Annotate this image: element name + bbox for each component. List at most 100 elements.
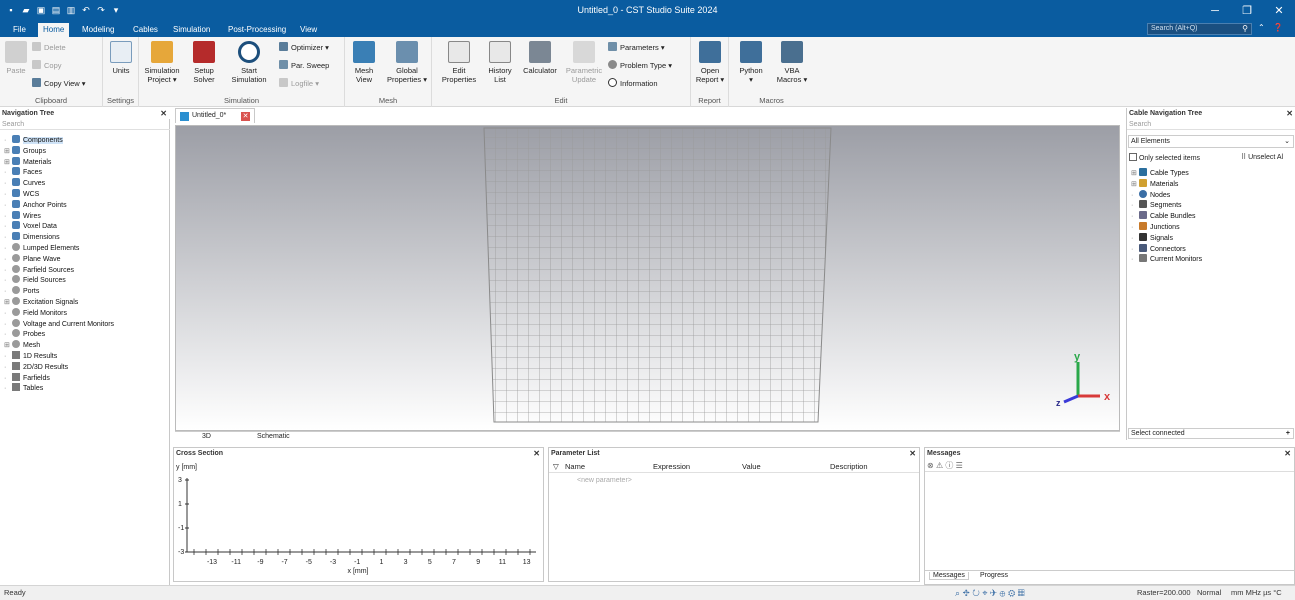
calculator-button[interactable]: Calculator	[520, 41, 560, 75]
simulation-project-button[interactable]: Simulation Project ▾	[142, 41, 182, 84]
column-name[interactable]: Name	[565, 462, 585, 471]
tree-item-farfields[interactable]: · Farfields	[4, 372, 50, 383]
column-expression[interactable]: Expression	[653, 462, 690, 471]
filter-select[interactable]: All Elements ⌄	[1128, 135, 1294, 148]
settings-icon[interactable]: ⚙	[1008, 588, 1015, 598]
error-filter-icon[interactable]: ⊗	[927, 461, 934, 470]
close-icon[interactable]: ✕	[1284, 448, 1291, 459]
zoom-box-icon[interactable]: ⊕	[1000, 588, 1006, 598]
column-value[interactable]: Value	[742, 462, 761, 471]
setup-solver-button[interactable]: Setup Solver	[187, 41, 221, 84]
tree-item-voltage-and-current-monitors[interactable]: · Voltage and Current Monitors	[4, 318, 114, 329]
column-description[interactable]: Description	[830, 462, 868, 471]
warning-filter-icon[interactable]: ⚠	[936, 461, 943, 470]
tab-file[interactable]: File	[8, 23, 31, 37]
expand-icon[interactable]: ⊞	[4, 341, 12, 350]
close-icon[interactable]: ✕	[533, 448, 540, 459]
tab-messages[interactable]: Messages	[929, 572, 969, 580]
grid-icon[interactable]: ▦	[1018, 588, 1025, 598]
restore-button[interactable]: ❐	[1231, 0, 1263, 22]
tab-post-processing[interactable]: Post-Processing	[223, 23, 291, 37]
help-icon[interactable]: ❓	[1273, 23, 1283, 32]
copy-button[interactable]: Copy	[32, 60, 62, 71]
python-button[interactable]: Python ▾	[733, 41, 769, 84]
filter-icon[interactable]: ▽	[553, 462, 559, 471]
tree-item-farfield-sources[interactable]: · Farfield Sources	[4, 264, 74, 275]
tree-item-materials[interactable]: ⊞ Materials	[4, 156, 51, 167]
only-selected-checkbox[interactable]: Only selected items	[1129, 153, 1200, 162]
tree-item-1d-results[interactable]: · 1D Results	[4, 351, 57, 361]
start-simulation-button[interactable]: Start Simulation	[227, 41, 271, 84]
add-icon[interactable]: +	[1286, 429, 1290, 438]
mesh-view-button[interactable]: Mesh View	[349, 41, 379, 84]
tab-modeling[interactable]: Modeling	[77, 23, 119, 37]
tree-item-probes[interactable]: · Probes	[4, 329, 45, 339]
cable-item-materials[interactable]: ⊞ Materials	[1131, 178, 1178, 189]
close-icon[interactable]: ✕	[909, 448, 916, 459]
clear-messages-icon[interactable]: ☰	[956, 461, 963, 470]
tree-item-voxel-data[interactable]: · Voxel Data	[4, 221, 57, 231]
tree-item-field-sources[interactable]: · Field Sources	[4, 275, 66, 285]
cable-item-segments[interactable]: · Segments	[1131, 200, 1182, 210]
tab-view[interactable]: View	[295, 23, 322, 37]
logfile-button[interactable]: Logfile ▾	[279, 78, 319, 89]
search-input[interactable]: Search (Alt+Q) ⚲	[1147, 23, 1252, 35]
parametric-update-button[interactable]: Parametric Update	[564, 41, 604, 84]
tree-item-lumped-elements[interactable]: · Lumped Elements	[4, 243, 79, 253]
paste-button[interactable]: Paste	[4, 41, 28, 75]
tab-simulation[interactable]: Simulation	[168, 23, 215, 37]
problem-type-button[interactable]: Problem Type ▾	[608, 60, 672, 71]
tree-item-curves[interactable]: · Curves	[4, 178, 45, 188]
cable-search-input[interactable]: Search	[1127, 120, 1295, 130]
open-report-button[interactable]: Open Report ▾	[695, 41, 725, 84]
close-icon[interactable]: ✕	[160, 108, 167, 119]
expand-icon[interactable]: ⊞	[1131, 169, 1139, 178]
tree-item-plane-wave[interactable]: · Plane Wave	[4, 253, 60, 264]
history-list-button[interactable]: History List	[484, 41, 516, 84]
tree-item-2d-3d-results[interactable]: · 2D/3D Results	[4, 361, 68, 372]
par-sweep-button[interactable]: Par. Sweep	[279, 60, 329, 71]
expand-icon[interactable]: ⊞	[4, 298, 12, 307]
expand-icon[interactable]: ⊞	[1131, 180, 1139, 189]
global-properties-button[interactable]: Global Properties ▾	[385, 41, 429, 84]
tree-item-excitation-signals[interactable]: ⊞ Excitation Signals	[4, 297, 78, 307]
close-button[interactable]: ✕	[1263, 0, 1295, 22]
zoom-fit-icon[interactable]: ⌖	[982, 588, 987, 598]
vba-macros-button[interactable]: VBA Macros ▾	[773, 41, 811, 84]
optimizer-button[interactable]: Optimizer ▾	[279, 42, 329, 53]
close-tab-icon[interactable]: ✕	[241, 112, 250, 121]
tab-progress[interactable]: Progress	[980, 572, 1008, 579]
minimize-button[interactable]: ─	[1199, 0, 1231, 22]
tree-item-field-monitors[interactable]: · Field Monitors	[4, 307, 67, 318]
cable-item-cable-types[interactable]: ⊞ Cable Types	[1131, 168, 1189, 178]
tree-item-wcs[interactable]: · WCS	[4, 189, 39, 199]
tab-schematic[interactable]: Schematic	[257, 432, 290, 442]
tab-cables[interactable]: Cables	[128, 23, 163, 37]
tab-3d[interactable]: 3D	[202, 432, 211, 442]
fly-icon[interactable]: ✈	[990, 588, 997, 598]
cable-item-cable-bundles[interactable]: · Cable Bundles	[1131, 211, 1196, 221]
cable-item-connectors[interactable]: · Connectors	[1131, 243, 1186, 254]
zoom-icon[interactable]: ⌕	[955, 588, 960, 598]
3d-viewport[interactable]: y x z	[175, 125, 1120, 431]
delete-button[interactable]: Delete	[32, 42, 66, 53]
tab-home[interactable]: Home	[38, 23, 70, 37]
pan-icon[interactable]: ✥	[963, 588, 970, 598]
collapse-ribbon-icon[interactable]: ⌃	[1258, 23, 1265, 32]
tree-item-mesh[interactable]: ⊞ Mesh	[4, 340, 40, 350]
edit-properties-button[interactable]: Edit Properties	[440, 41, 478, 84]
tree-item-components[interactable]: · Components	[4, 135, 63, 145]
document-tab[interactable]: Untitled_0* ✕	[175, 108, 255, 123]
information-button[interactable]: Information	[608, 78, 658, 89]
close-icon[interactable]: ✕	[1286, 108, 1293, 119]
expand-icon[interactable]: ⊞	[4, 147, 12, 156]
tree-item-ports[interactable]: · Ports	[4, 286, 39, 296]
rotate-icon[interactable]: ↻	[972, 588, 980, 598]
units-button[interactable]: Units	[107, 41, 135, 75]
nav-search-input[interactable]: Search	[0, 120, 170, 130]
cable-item-junctions[interactable]: · Junctions	[1131, 222, 1180, 232]
copy-view-button[interactable]: Copy View ▾	[32, 78, 86, 89]
expand-icon[interactable]: ⊞	[4, 158, 12, 167]
tree-item-dimensions[interactable]: · Dimensions	[4, 232, 60, 242]
cable-item-signals[interactable]: · Signals	[1131, 232, 1173, 243]
